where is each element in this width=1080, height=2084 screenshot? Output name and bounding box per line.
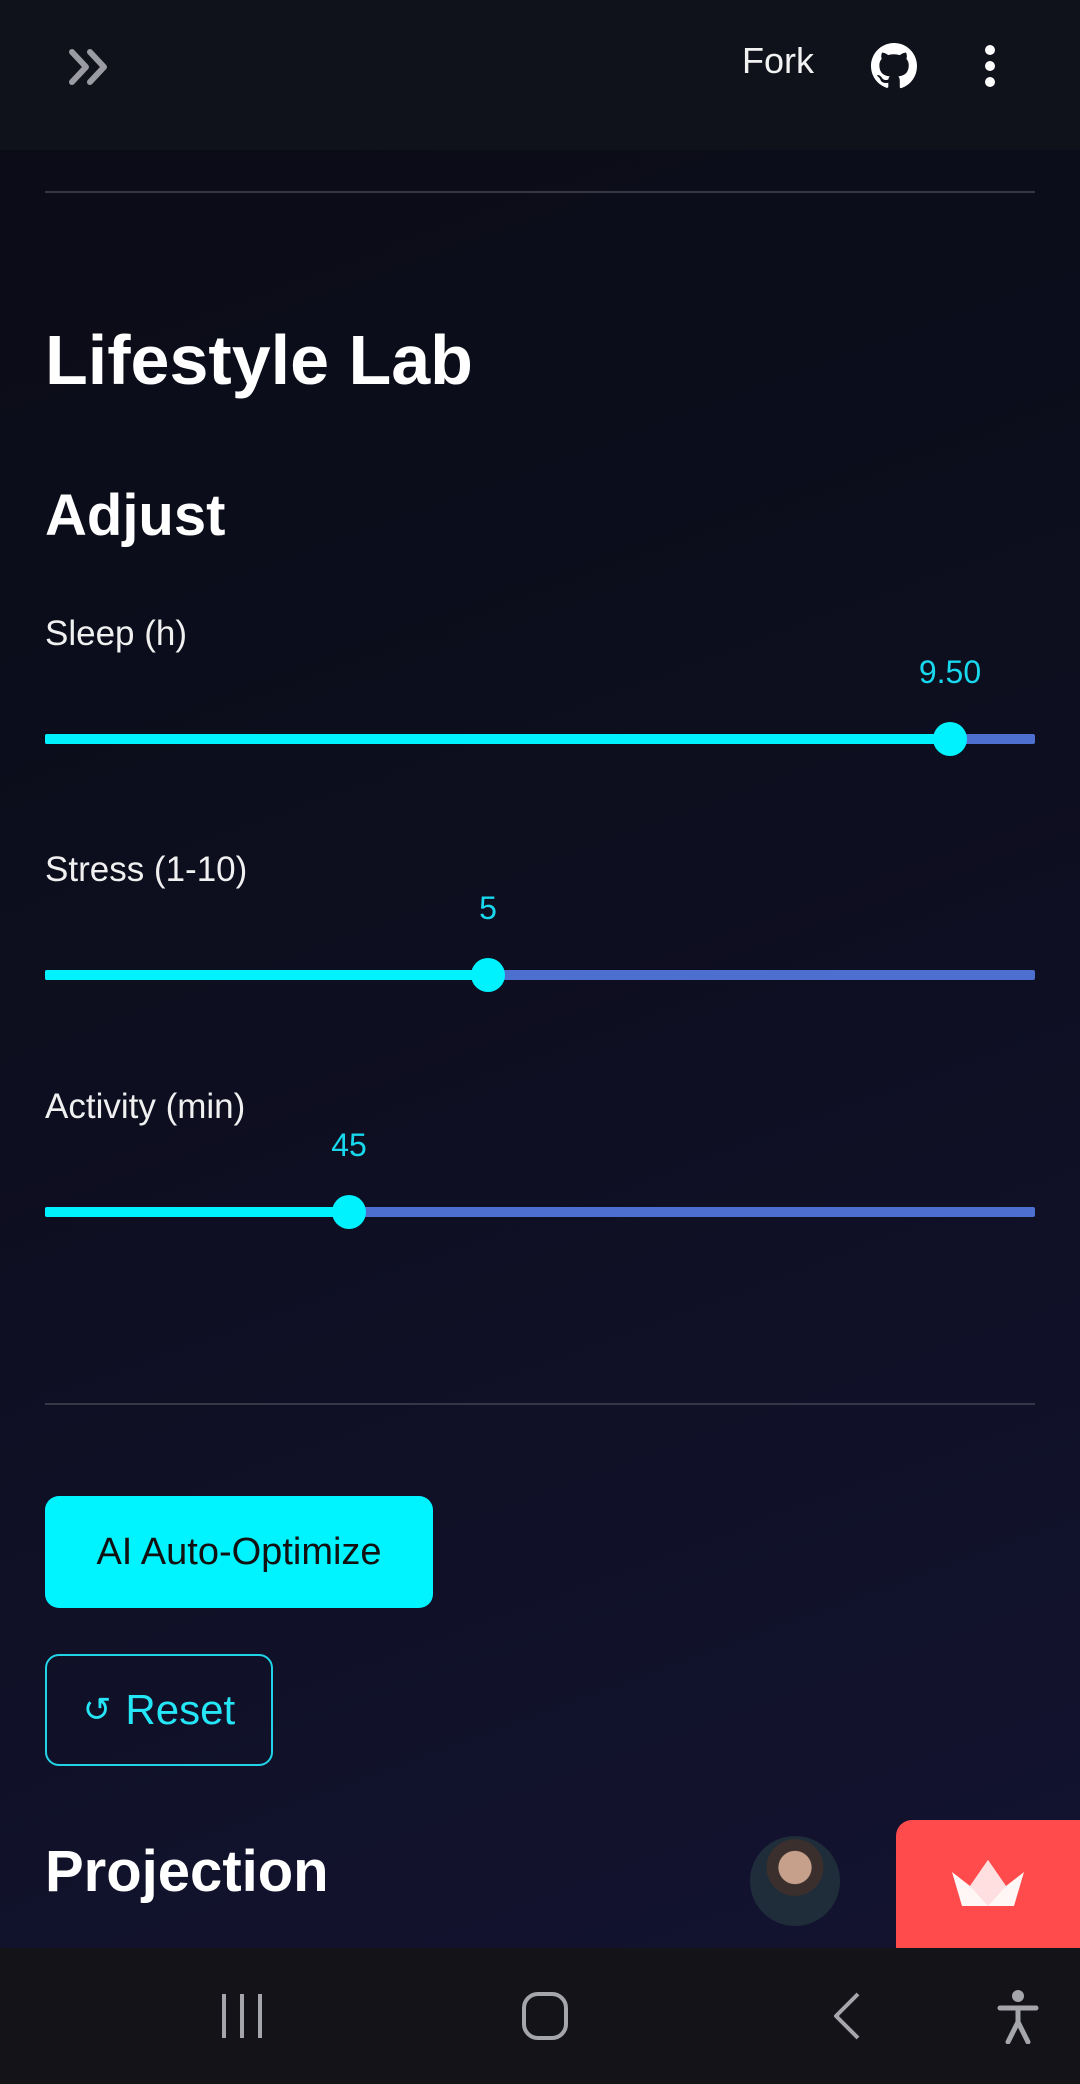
github-button[interactable] — [870, 42, 918, 90]
sleep-slider-label: Sleep (h) — [45, 614, 188, 653]
main-menu-button[interactable] — [972, 40, 1008, 92]
reset-icon: ↺ — [82, 1691, 112, 1729]
streamlit-crown-icon — [952, 1860, 1024, 1906]
sleep-slider[interactable]: 9.50 — [45, 654, 1035, 770]
back-button[interactable] — [828, 1990, 868, 2046]
avatar[interactable] — [750, 1836, 840, 1926]
github-icon — [871, 43, 918, 89]
home-button[interactable] — [520, 1990, 570, 2046]
top-toolbar: Fork — [0, 0, 1080, 150]
adjust-heading: Adjust — [45, 483, 226, 548]
streamlit-badge[interactable] — [896, 1820, 1080, 1948]
slider-value: 5 — [479, 890, 497, 926]
activity-slider[interactable]: 45 — [45, 1127, 1035, 1243]
expand-sidebar-button[interactable] — [64, 42, 120, 92]
reset-button[interactable]: ↺ Reset — [45, 1654, 273, 1766]
stress-slider[interactable]: 5 — [45, 890, 1035, 1006]
slider-thumb[interactable] — [332, 1195, 366, 1229]
recent-apps-button[interactable] — [218, 1990, 266, 2046]
system-navigation-bar — [0, 1948, 1080, 2084]
divider — [45, 191, 1035, 193]
back-icon — [834, 1992, 860, 2040]
slider-value: 9.50 — [918, 654, 982, 690]
reset-button-label: Reset — [125, 1686, 236, 1733]
stress-slider-label: Stress (1-10) — [45, 850, 248, 889]
slider-value: 45 — [331, 1127, 367, 1163]
ai-auto-optimize-button[interactable]: AI Auto-Optimize — [45, 1496, 433, 1608]
recent-apps-icon — [222, 1994, 262, 2038]
slider-fill — [45, 734, 950, 744]
fork-link[interactable]: Fork — [742, 40, 814, 82]
accessibility-button[interactable] — [996, 1988, 1040, 2048]
activity-slider-label: Activity (min) — [45, 1087, 246, 1126]
divider — [45, 1403, 1035, 1405]
home-icon — [522, 1992, 568, 2040]
slider-fill — [45, 970, 488, 980]
projection-heading: Projection — [45, 1839, 329, 1904]
double-chevron-right-icon — [69, 49, 107, 85]
kebab-menu-icon — [985, 45, 995, 87]
slider-thumb[interactable] — [471, 958, 505, 992]
page-title: Lifestyle Lab — [45, 321, 473, 399]
accessibility-icon — [997, 1990, 1039, 2045]
slider-fill — [45, 1207, 349, 1217]
slider-thumb[interactable] — [933, 722, 967, 756]
